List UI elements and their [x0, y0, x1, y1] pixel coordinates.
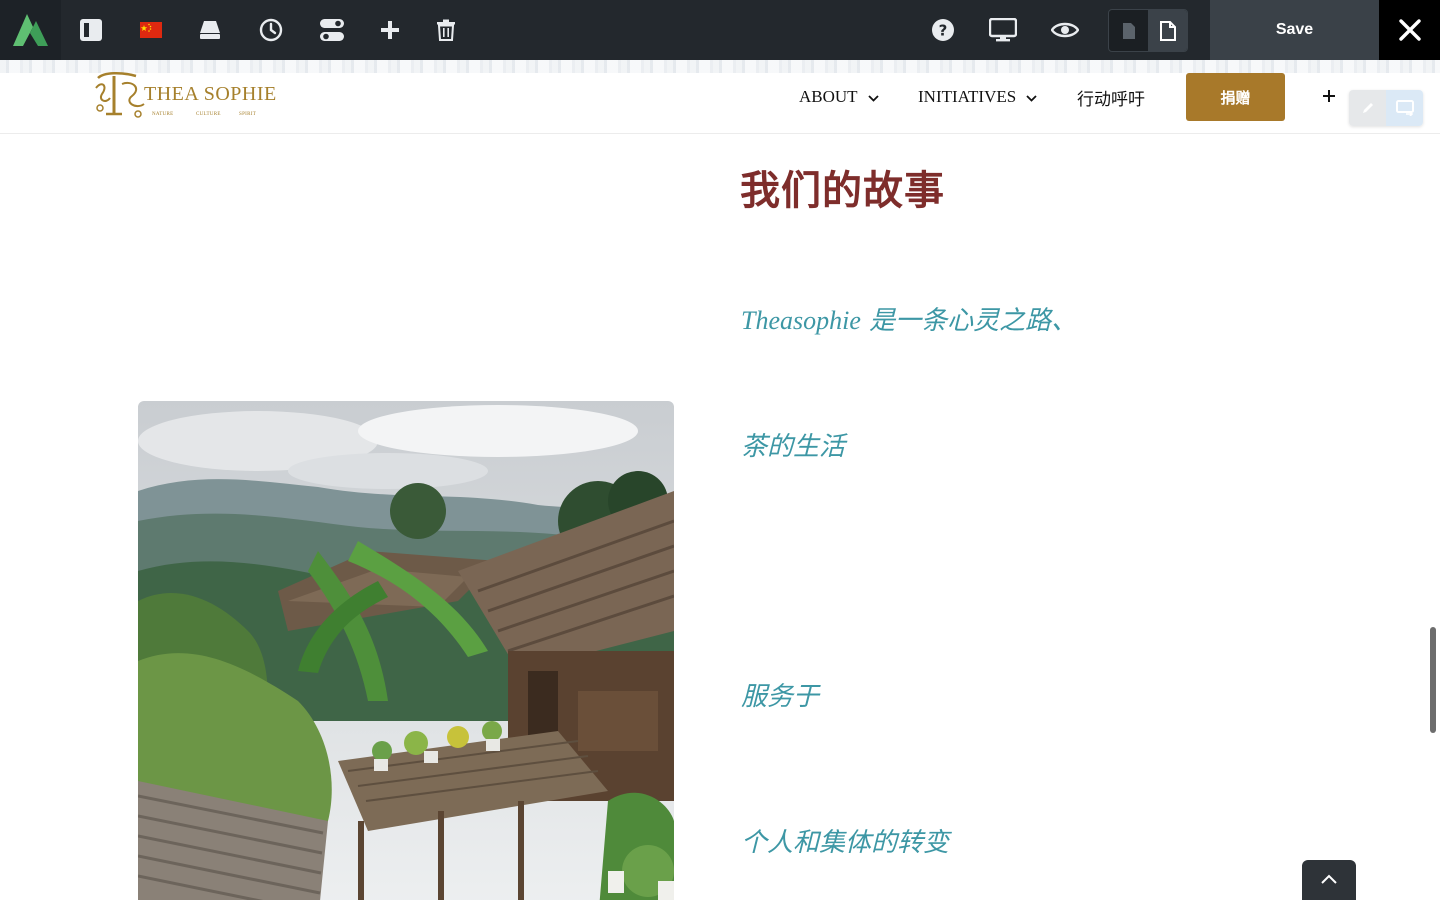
eraser-icon[interactable] [188, 0, 232, 60]
close-icon[interactable] [1379, 0, 1440, 60]
site-logo[interactable]: THEA SOPHIE NATURE CULTURE SPIRIT [92, 70, 276, 122]
intro-brand-name: Theasophie [741, 306, 861, 335]
logo-tagline-spirit: SPIRIT [239, 112, 257, 117]
scroll-to-top-button[interactable] [1302, 860, 1356, 900]
svg-text:?: ? [939, 22, 948, 40]
chevron-down-icon [1026, 87, 1037, 107]
logo-tagline-culture: CULTURE [196, 112, 221, 117]
pencil-edit-icon[interactable] [1349, 90, 1386, 126]
trash-icon[interactable] [424, 0, 468, 60]
sidebar-toggle-icon[interactable] [69, 0, 113, 60]
chevron-up-icon [1321, 874, 1337, 884]
view-mode-toggle [1108, 9, 1188, 52]
nav-item-call-to-action[interactable]: 行动呼吁 [1077, 86, 1145, 109]
nav-item-about[interactable]: ABOUT [799, 86, 879, 108]
transformation-line: 个人和集体的转变 [741, 828, 950, 858]
logo-monogram-icon [95, 72, 145, 118]
donate-button[interactable]: 捐赠 [1186, 73, 1285, 121]
section-heading: 我们的故事 [740, 168, 945, 214]
nav-item-initiatives[interactable]: INITIATIVES [918, 86, 1037, 108]
nav-item-call-to-action-label: 行动呼吁 [1077, 89, 1145, 109]
page-scrollbar-thumb[interactable] [1430, 627, 1436, 733]
builder-toolbar: ? Save [0, 0, 1440, 60]
china-flag-icon[interactable] [129, 0, 173, 60]
element-edit-tools [1349, 90, 1423, 126]
mountain-village-photo [138, 401, 674, 900]
eye-preview-icon[interactable] [1043, 0, 1087, 60]
clock-history-icon[interactable] [249, 0, 293, 60]
save-button[interactable]: Save [1210, 0, 1379, 60]
help-icon[interactable]: ? [921, 0, 965, 60]
page-view-icon[interactable] [1109, 10, 1148, 51]
site-header: THEA SOPHIE NATURE CULTURE SPIRIT ABOUT … [0, 70, 1440, 134]
avada-logo-icon[interactable] [0, 0, 61, 60]
logo-tagline-nature: NATURE [152, 112, 174, 117]
intro-text: 是一条心灵之路、 [860, 306, 1078, 336]
toggles-icon[interactable] [310, 0, 354, 60]
nav-item-about-label: ABOUT [799, 87, 858, 106]
nav-item-initiatives-label: INITIATIVES [918, 87, 1017, 106]
document-view-icon[interactable] [1148, 10, 1187, 51]
chevron-down-icon [867, 87, 879, 107]
intro-line: Theasophie 是一条心灵之路、 [741, 300, 1077, 337]
desktop-preview-icon[interactable] [981, 0, 1025, 60]
add-element-icon[interactable] [1318, 85, 1340, 107]
swap-icon[interactable] [1386, 90, 1423, 126]
plus-icon[interactable] [368, 0, 412, 60]
tea-life-line: 茶的生活 [741, 432, 846, 462]
serving-line: 服务于 [741, 682, 820, 712]
logo-wordmark: THEA SOPHIE [144, 83, 277, 105]
